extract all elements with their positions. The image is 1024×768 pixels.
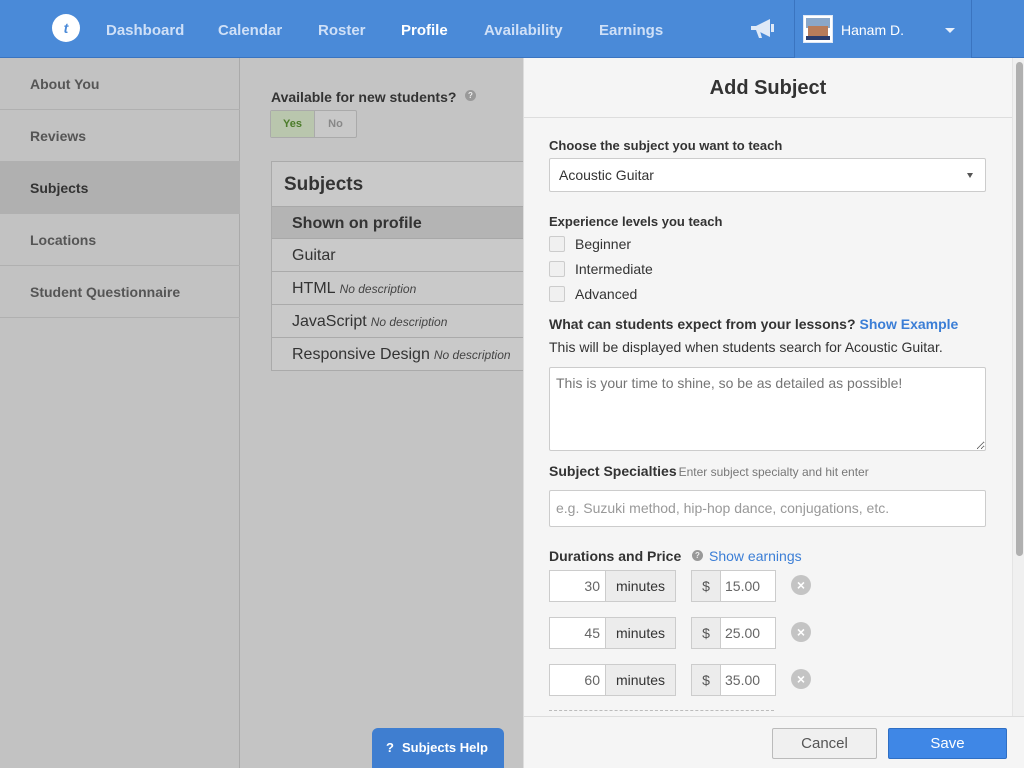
- question-icon: ?: [386, 740, 394, 755]
- sidebar-item-about-you[interactable]: About You: [0, 58, 240, 110]
- currency-symbol: $: [691, 664, 721, 696]
- checkbox[interactable]: [549, 286, 565, 302]
- checkbox-label: Intermediate: [575, 261, 653, 277]
- price-input[interactable]: 35.00: [720, 664, 776, 696]
- sidebar-item-reviews[interactable]: Reviews: [0, 110, 240, 162]
- minutes-unit: minutes: [605, 617, 676, 649]
- subject-name: JavaScript: [292, 313, 367, 330]
- price-input[interactable]: 25.00: [720, 617, 776, 649]
- dropdown-arrow-icon: [967, 173, 973, 178]
- expect-label: What can students expect from your lesso…: [549, 316, 958, 332]
- minutes-input[interactable]: 45: [549, 617, 606, 649]
- table-row[interactable]: HTML No description: [272, 272, 532, 305]
- table-row[interactable]: Responsive Design No description: [272, 338, 532, 371]
- durations-label: Durations and Price: [549, 548, 682, 564]
- user-name: Hanam D.: [841, 22, 905, 38]
- show-earnings-link[interactable]: Show earnings: [709, 548, 802, 564]
- table-row[interactable]: Guitar: [272, 239, 532, 272]
- scroll-thumb[interactable]: [1016, 62, 1023, 556]
- subject-desc: No description: [339, 282, 417, 296]
- subject-select-value: Acoustic Guitar: [559, 167, 654, 183]
- minutes-unit: minutes: [605, 570, 676, 602]
- availability-toggle[interactable]: Yes No: [270, 110, 357, 138]
- help-icon[interactable]: ?: [692, 550, 703, 561]
- nav-earnings[interactable]: Earnings: [599, 22, 663, 39]
- remove-icon[interactable]: ×: [791, 622, 811, 642]
- chevron-down-icon[interactable]: [945, 28, 955, 33]
- checkbox-label: Beginner: [575, 236, 632, 252]
- checkbox-label: Advanced: [575, 286, 638, 302]
- sidebar-item-student-questionnaire[interactable]: Student Questionnaire: [0, 266, 240, 318]
- toggle-no[interactable]: No: [315, 111, 356, 137]
- subject-select[interactable]: Acoustic Guitar: [549, 158, 986, 192]
- duration-row: 60 minutes $ 35.00 ×: [549, 664, 829, 696]
- table-row[interactable]: JavaScript No description: [272, 305, 532, 338]
- show-example-link[interactable]: Show Example: [860, 316, 959, 332]
- duration-row: 30 minutes $ 15.00 ×: [549, 570, 829, 602]
- checkbox[interactable]: [549, 236, 565, 252]
- specialties-hint: Enter subject specialty and hit enter: [678, 465, 869, 479]
- sidebar-item-locations[interactable]: Locations: [0, 214, 240, 266]
- checkbox[interactable]: [549, 261, 565, 277]
- subjects-help-label: Subjects Help: [401, 740, 488, 755]
- subject-name: Guitar: [292, 247, 336, 264]
- subjects-help-button[interactable]: ? Subjects Help: [372, 728, 504, 768]
- app-logo-icon[interactable]: t: [52, 14, 80, 42]
- minutes-input[interactable]: 30: [549, 570, 606, 602]
- cancel-button[interactable]: Cancel: [772, 728, 877, 759]
- panel-scrollbar[interactable]: [1012, 58, 1024, 716]
- choose-subject-label: Choose the subject you want to teach: [549, 138, 783, 153]
- megaphone-icon[interactable]: [748, 16, 778, 42]
- remove-icon[interactable]: ×: [791, 669, 811, 689]
- levels-label: Experience levels you teach: [549, 214, 723, 229]
- toggle-yes[interactable]: Yes: [271, 111, 315, 137]
- minutes-unit: minutes: [605, 664, 676, 696]
- specialties-label: Subject Specialties Enter subject special…: [549, 463, 869, 479]
- subjects-title: Subjects: [284, 174, 364, 195]
- remove-icon[interactable]: ×: [791, 575, 811, 595]
- subject-desc: No description: [370, 315, 448, 329]
- subjects-panel: Subjects Shown on profile Guitar HTML No …: [271, 161, 532, 371]
- specialties-label-text: Subject Specialties: [549, 463, 677, 479]
- nav-dashboard[interactable]: Dashboard: [106, 22, 184, 39]
- save-button[interactable]: Save: [888, 728, 1007, 759]
- nav-availability[interactable]: Availability: [484, 22, 563, 39]
- nav-profile[interactable]: Profile: [401, 22, 448, 39]
- subject-name: Responsive Design: [292, 346, 430, 363]
- avatar: [803, 15, 833, 43]
- expect-description: This will be displayed when students sea…: [549, 339, 943, 355]
- currency-symbol: $: [691, 570, 721, 602]
- nav-roster[interactable]: Roster: [318, 22, 366, 39]
- sidebar: About You Reviews Subjects Locations Stu…: [0, 58, 240, 768]
- subject-desc: No description: [433, 348, 511, 362]
- subject-name: HTML: [292, 280, 336, 297]
- panel-footer: Cancel Save: [524, 716, 1024, 768]
- specialties-input[interactable]: e.g. Suzuki method, hip-hop dance, conju…: [549, 490, 986, 527]
- top-nav: t Dashboard Calendar Roster Profile Avai…: [0, 0, 1024, 58]
- lesson-description-textarea[interactable]: [549, 367, 986, 451]
- sidebar-item-subjects[interactable]: Subjects: [0, 162, 240, 214]
- available-label: Available for new students?: [271, 89, 457, 105]
- currency-symbol: $: [691, 617, 721, 649]
- user-menu[interactable]: Hanam D.: [794, 0, 972, 58]
- minutes-input[interactable]: 60: [549, 664, 606, 696]
- price-input[interactable]: 15.00: [720, 570, 776, 602]
- panel-title: Add Subject: [709, 77, 827, 99]
- nav-calendar[interactable]: Calendar: [218, 22, 282, 39]
- help-icon[interactable]: ?: [465, 90, 476, 101]
- duration-row: 45 minutes $ 25.00 ×: [549, 617, 829, 649]
- expect-label-text: What can students expect from your lesso…: [549, 316, 856, 332]
- shown-on-profile-header: Shown on profile: [272, 206, 532, 239]
- panel-header: Add Subject: [524, 58, 1012, 118]
- add-subject-panel: Add Subject Choose the subject you want …: [523, 58, 1024, 768]
